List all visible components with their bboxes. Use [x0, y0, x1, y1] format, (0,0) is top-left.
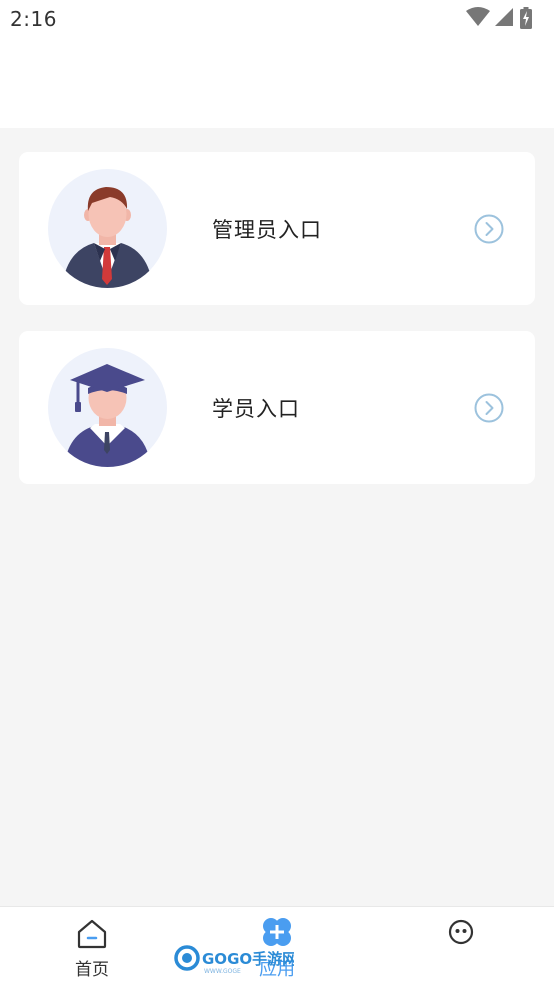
chevron-right-circle-icon[interactable] — [474, 214, 504, 244]
wifi-icon — [466, 7, 490, 26]
student-entry-card[interactable]: 学员入口 — [19, 331, 535, 484]
home-icon — [77, 919, 107, 949]
admin-avatar — [48, 169, 167, 288]
nav-item-profile[interactable] — [430, 907, 494, 985]
svg-text:GOGO手游网: GOGO手游网 — [202, 950, 294, 968]
chevron-right-circle-icon[interactable] — [474, 393, 504, 423]
profile-face-icon — [448, 919, 474, 945]
admin-entry-label: 管理员入口 — [212, 218, 322, 242]
student-graduate-avatar — [48, 348, 167, 467]
signal-icon — [495, 8, 513, 26]
admin-entry-card[interactable]: 管理员入口 — [19, 152, 535, 305]
watermark-logo: GOGO手游网 WWW.GOGE — [174, 940, 297, 976]
battery-charging-icon — [520, 7, 532, 29]
svg-text:WWW.GOGE: WWW.GOGE — [204, 968, 241, 975]
status-time: 2:16 — [10, 7, 57, 31]
student-entry-label: 学员入口 — [212, 397, 300, 421]
app-header — [0, 40, 554, 128]
nav-item-home[interactable]: 首页 — [62, 907, 122, 985]
status-bar: 2:16 — [0, 0, 554, 40]
status-icons — [466, 7, 546, 29]
nav-label-home: 首页 — [75, 960, 109, 980]
